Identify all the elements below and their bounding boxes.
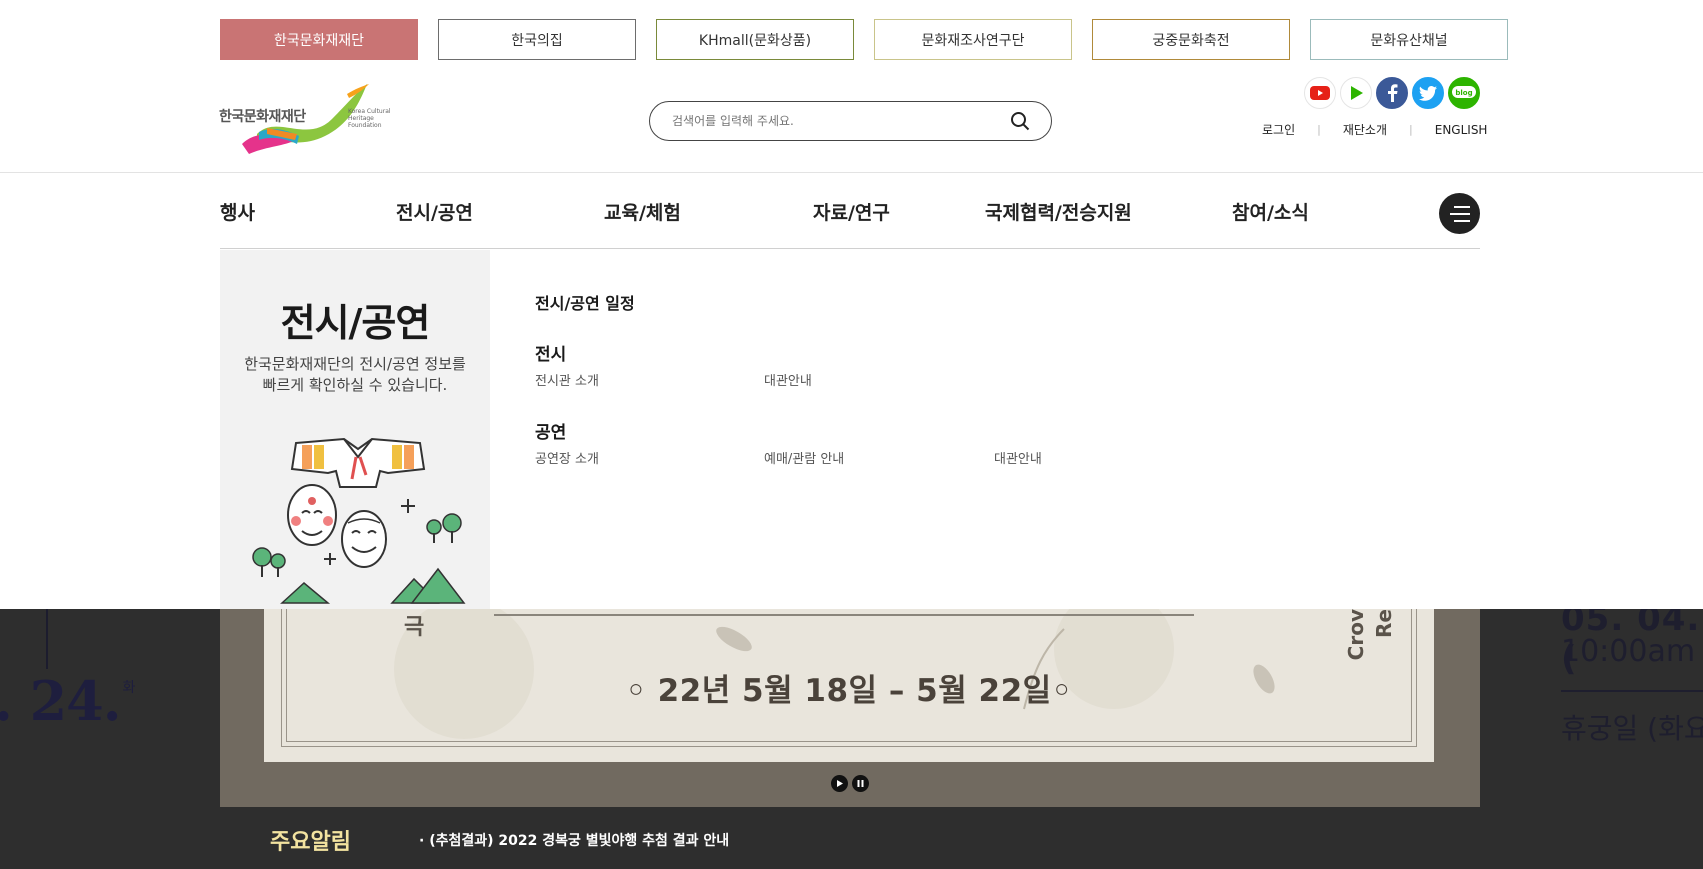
login-link[interactable]: 로그인 <box>1262 121 1295 138</box>
mega-menu-description: 한국문화재재단의 전시/공연 정보를 빠르게 확인하실 수 있습니다. <box>244 355 466 394</box>
search-box <box>649 101 1052 141</box>
menu-exhibition-rental[interactable]: 대관안내 <box>764 370 812 389</box>
notice-item[interactable]: · (추첨결과) 2022 경복궁 별빛야행 추첨 결과 안내 <box>419 830 729 850</box>
menu-theater-intro[interactable]: 공연장 소개 <box>535 448 599 467</box>
play-icon <box>837 780 843 787</box>
hero-left-day: 화 <box>122 680 136 696</box>
pause-icon <box>857 780 864 787</box>
menu-ticketing-guide[interactable]: 예매/관람 안내 <box>764 448 844 467</box>
banner-glyph: 극 <box>404 615 425 640</box>
menu-exhibition-heading[interactable]: 전시 <box>535 340 566 365</box>
banner-vertical-text: Re <box>1372 609 1396 638</box>
banner-line <box>494 614 1194 616</box>
search-input[interactable] <box>672 114 1009 128</box>
hero-left-date: . 24. 화 <box>0 669 136 733</box>
blog-icon-text: blog <box>1455 89 1472 97</box>
banner-controls <box>220 775 1480 792</box>
mega-menu-links: 전시/공연 일정 전시 전시관 소개 대관안내 공연 공연장 소개 예매/관람 … <box>490 250 1480 609</box>
banner-date: ◦ 22년 5월 18일 – 5월 22일◦ <box>625 673 1073 709</box>
blog-icon: blog <box>1452 86 1476 98</box>
menu-schedule[interactable]: 전시/공연 일정 <box>535 290 635 314</box>
site-tab-research[interactable]: 문화재조사연구단 <box>874 19 1072 60</box>
menu-exhibition-hall-intro[interactable]: 전시관 소개 <box>535 370 599 389</box>
nav-item-research[interactable]: 자료/연구 <box>813 198 890 225</box>
site-tabs: 한국문화재재단 한국의집 KHmall(문화상품) 문화재조사연구단 궁중문화축… <box>220 19 1508 60</box>
all-menu-button[interactable] <box>1439 193 1480 234</box>
hero-right-time: 10:00am ~ <box>1561 634 1703 669</box>
utility-links: 로그인 | 재단소개 | ENGLISH <box>1262 121 1487 138</box>
facebook-icon <box>1388 84 1398 102</box>
decor-line <box>46 609 48 669</box>
hamburger-icon <box>1453 219 1470 222</box>
notice-bar: 주요알림 · (추첨결과) 2022 경복궁 별빛야행 추첨 결과 안내 <box>0 807 1703 869</box>
banner-pause-button[interactable] <box>852 775 869 792</box>
facebook-link[interactable] <box>1376 77 1408 109</box>
hanbok-mask-illustration-icon <box>252 437 466 604</box>
search-icon <box>1011 112 1030 131</box>
site-tab-kchf[interactable]: 한국문화재재단 <box>220 19 418 60</box>
nav-item-events[interactable]: 행사 <box>220 198 255 225</box>
banner-image: 극 Crov Re ◦ 22년 5월 18일 – 5월 22일◦ <box>264 609 1434 762</box>
banner-play-button[interactable] <box>831 775 848 792</box>
nav-item-exhibition-performance[interactable]: 전시/공연 <box>396 198 473 225</box>
play-icon <box>1351 86 1363 100</box>
play-link[interactable] <box>1340 77 1372 109</box>
hamburger-icon <box>1453 205 1470 208</box>
twitter-link[interactable] <box>1412 77 1444 109</box>
nav-item-participation[interactable]: 참여/소식 <box>1232 198 1309 225</box>
twitter-icon <box>1419 85 1437 101</box>
blog-link[interactable]: blog <box>1448 77 1480 109</box>
decor-line <box>1561 690 1703 692</box>
youtube-link[interactable] <box>1304 77 1336 109</box>
mega-menu-intro: 전시/공연 한국문화재재단의 전시/공연 정보를 빠르게 확인하실 수 있습니다… <box>220 250 490 609</box>
menu-performance-heading[interactable]: 공연 <box>535 418 566 443</box>
site-logo[interactable]: 한국문화재재단 Korea Cultural Heritage Foundati… <box>219 84 401 154</box>
mega-menu-title: 전시/공연 <box>280 301 431 345</box>
logo-text: 한국문화재재단 <box>219 109 306 125</box>
social-links: blog <box>1304 77 1480 109</box>
divider: | <box>1317 123 1321 136</box>
banner-vertical-text: Crov <box>1344 609 1368 661</box>
english-link[interactable]: ENGLISH <box>1435 123 1488 137</box>
hamburger-icon <box>1449 212 1470 215</box>
menu-performance-rental[interactable]: 대관안내 <box>994 448 1042 467</box>
hero-right-closed: 휴궁일 (화요 <box>1561 712 1703 745</box>
divider: | <box>1409 123 1413 136</box>
about-link[interactable]: 재단소개 <box>1343 121 1387 138</box>
search-button[interactable] <box>1009 110 1031 132</box>
nav-item-international[interactable]: 국제협력/전승지원 <box>985 198 1132 225</box>
site-tab-korea-house[interactable]: 한국의집 <box>438 19 636 60</box>
hero-left-date-text: . 24. <box>0 669 122 733</box>
logo-subtext: Korea Cultural Heritage Foundation <box>348 108 391 129</box>
main-banner[interactable]: 극 Crov Re ◦ 22년 5월 18일 – 5월 22일◦ <box>220 609 1480 807</box>
youtube-icon <box>1310 86 1330 100</box>
site-tab-khmall[interactable]: KHmall(문화상품) <box>656 19 854 60</box>
site-tab-palace-festival[interactable]: 궁중문화축전 <box>1092 19 1290 60</box>
notice-title: 주요알림 <box>270 830 351 855</box>
site-tab-heritage-channel[interactable]: 문화유산채널 <box>1310 19 1508 60</box>
nav-item-education[interactable]: 교육/체험 <box>604 198 681 225</box>
